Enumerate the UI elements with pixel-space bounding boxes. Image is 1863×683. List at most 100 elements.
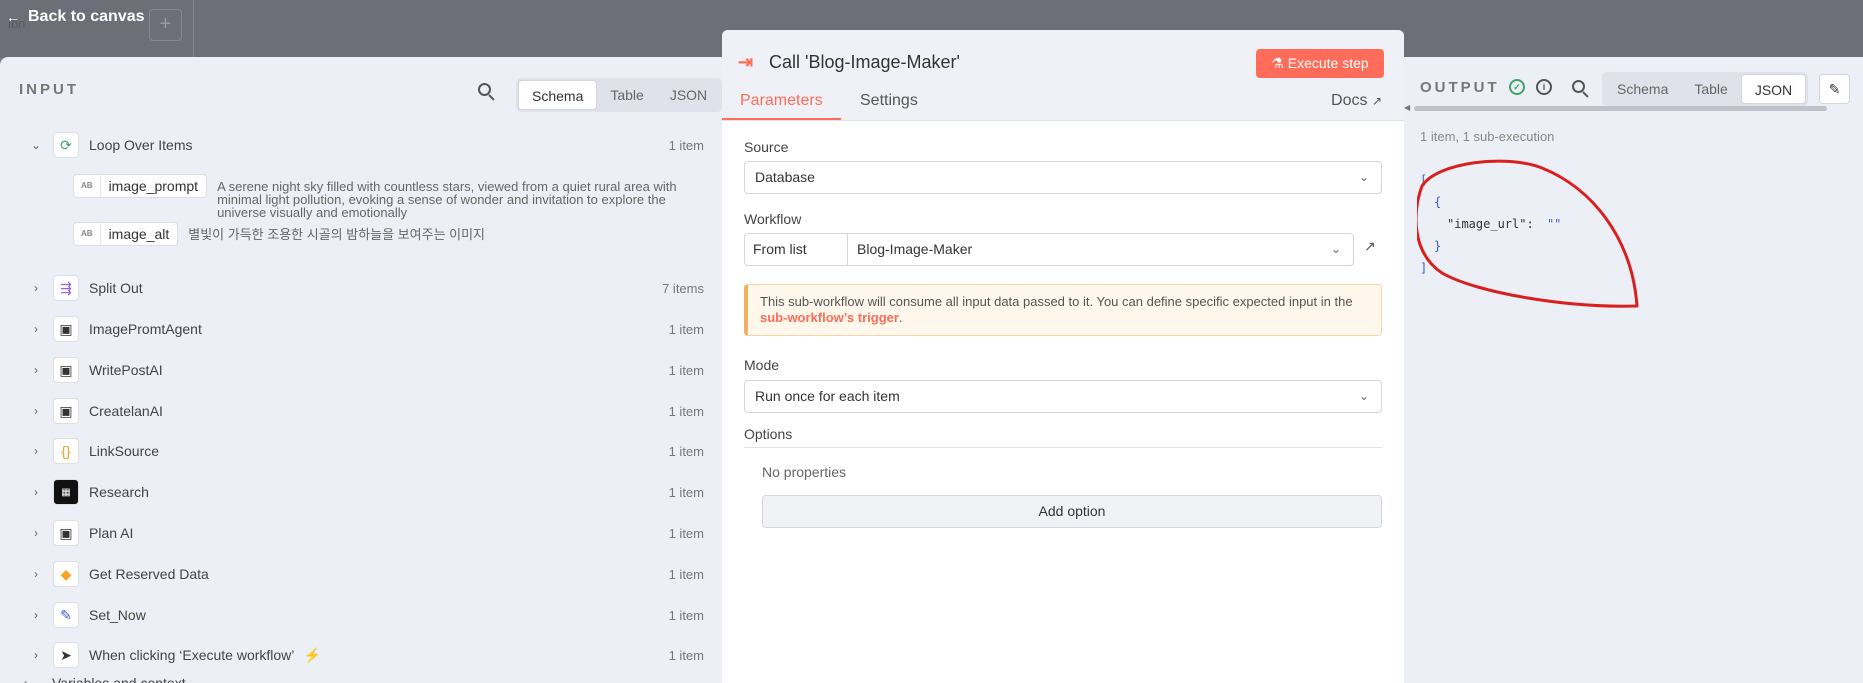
chevron-right-icon[interactable]: › <box>30 322 42 336</box>
tab-parameters[interactable]: Parameters <box>740 92 823 110</box>
chevron-right-icon[interactable]: › <box>30 363 42 377</box>
output-summary: 1 item, 1 sub-execution <box>1420 129 1555 144</box>
node-count: 1 item <box>668 525 704 541</box>
tree-node-split-out[interactable]: › ⇶ Split Out 7 items <box>0 271 722 305</box>
workflow-selector: From list Blog-Image-Maker ⌄ <box>744 233 1354 266</box>
no-properties-text: No properties <box>762 464 847 480</box>
chevron-right-icon[interactable]: › <box>30 281 42 295</box>
tree-node-loop-over-items[interactable]: ⌄ ⟳ Loop Over Items 1 item <box>0 128 722 162</box>
chevron-right-icon[interactable]: › <box>30 404 42 418</box>
node-label: Variables and context <box>52 675 186 683</box>
node-label: LinkSource <box>89 443 160 459</box>
robot-icon: ▣ <box>53 398 79 424</box>
airtable-icon: ◆ <box>53 561 79 587</box>
node-label: WritePostAI <box>89 362 163 378</box>
tree-node-linksource[interactable]: › {} LinkSource 1 item <box>0 434 722 468</box>
flask-icon: ⚗ <box>1271 55 1288 71</box>
output-tab-json[interactable]: JSON <box>1740 74 1807 104</box>
tree-node-imagepromtagent[interactable]: › ▣ ImagePromtAgent 1 item <box>0 312 722 346</box>
search-icon[interactable] <box>478 83 496 101</box>
output-panel: OUTPUT ✓ i Schema Table JSON ✎ ◀ 1 item,… <box>1404 57 1863 683</box>
schema-field-image-prompt[interactable]: AB image_prompt A serene night sky fille… <box>73 174 707 219</box>
node-label: Research <box>89 484 149 500</box>
input-view-tabs: Schema Table JSON <box>516 78 723 112</box>
active-tab-underline <box>722 118 841 120</box>
tree-node-plan-ai[interactable]: › ▣ Plan AI 1 item <box>0 516 722 550</box>
open-workflow-icon[interactable]: ↗ <box>1364 238 1376 255</box>
input-tab-table[interactable]: Table <box>597 80 656 110</box>
add-option-button[interactable]: Add option <box>762 495 1382 528</box>
node-label: Loop Over Items <box>89 137 193 153</box>
output-tab-table[interactable]: Table <box>1681 74 1740 104</box>
mode-value: Run once for each item <box>755 388 900 404</box>
tree-node-variables[interactable]: › Variables and context <box>0 666 722 683</box>
pencil-icon: ✎ <box>53 602 79 628</box>
mode-select[interactable]: Run once for each item ⌄ <box>744 380 1382 413</box>
chevron-down-icon: ⌄ <box>1358 389 1369 403</box>
sign-in-icon: ⇥ <box>738 52 754 72</box>
field-value: A serene night sky filled with countless… <box>217 179 677 220</box>
workflow-source-select[interactable]: From list <box>745 234 848 265</box>
chevron-right-icon[interactable]: › <box>30 648 42 662</box>
output-title: OUTPUT <box>1420 79 1500 96</box>
source-label: Source <box>744 139 789 155</box>
info-icon[interactable]: i <box>1536 79 1552 95</box>
chevron-down-icon: ⌄ <box>1330 242 1341 256</box>
field-pill[interactable]: AB image_prompt <box>73 174 208 198</box>
chevron-right-icon[interactable]: › <box>30 567 42 581</box>
node-label: CreatelanAI <box>89 403 163 419</box>
tab-settings[interactable]: Settings <box>860 92 918 110</box>
split-icon: ⇶ <box>53 275 79 301</box>
horizontal-scrollbar[interactable] <box>1414 106 1827 111</box>
tree-node-research[interactable]: › ▦ Research 1 item <box>0 475 722 509</box>
docs-label: Docs <box>1331 92 1368 109</box>
robot-icon: ▣ <box>53 316 79 342</box>
workflow-label: Workflow <box>744 211 802 227</box>
docs-link[interactable]: Docs ↗ <box>1331 92 1382 110</box>
tree-node-set-now[interactable]: › ✎ Set_Now 1 item <box>0 598 722 632</box>
field-pill[interactable]: AB image_alt <box>73 222 179 246</box>
node-count: 1 item <box>668 607 704 623</box>
tree-node-get-reserved-data[interactable]: › ◆ Get Reserved Data 1 item <box>0 557 722 591</box>
node-label: ImagePromtAgent <box>89 321 202 337</box>
chevron-down-icon[interactable]: ⌄ <box>30 138 42 152</box>
back-to-canvas-label: Back to canvas <box>28 8 145 25</box>
source-value: Database <box>755 169 815 185</box>
chevron-right-icon[interactable]: › <box>30 608 42 622</box>
scroll-left-arrow-icon[interactable]: ◀ <box>1404 103 1410 112</box>
lightning-icon: ⚡ <box>303 646 322 663</box>
chevron-right-icon[interactable]: › <box>30 444 42 458</box>
output-tab-schema[interactable]: Schema <box>1604 74 1681 104</box>
node-label: Set_Now <box>89 607 146 623</box>
execute-step-button[interactable]: ⚗ Execute step <box>1256 49 1384 78</box>
workflow-select[interactable]: Blog-Image-Maker ⌄ <box>848 234 1353 265</box>
node-count: 7 items <box>662 280 704 296</box>
chevron-right-icon[interactable]: › <box>30 485 42 499</box>
modal-title: Call 'Blog-Image-Maker' <box>769 52 960 72</box>
node-count: 1 item <box>668 403 704 419</box>
search-icon[interactable] <box>1572 80 1590 98</box>
execute-step-label: Execute step <box>1287 55 1369 71</box>
node-count: 1 item <box>668 566 704 582</box>
input-tab-schema[interactable]: Schema <box>518 80 598 110</box>
add-node-button[interactable]: + <box>149 9 182 41</box>
edit-output-button[interactable]: ✎ <box>1819 74 1850 104</box>
source-select[interactable]: Database ⌄ <box>744 161 1382 194</box>
input-tab-json[interactable]: JSON <box>657 80 720 110</box>
node-count: 1 item <box>668 443 704 459</box>
arrow-left-icon: ← <box>6 9 20 25</box>
tree-node-createlanai[interactable]: › ▣ CreatelanAI 1 item <box>0 394 722 428</box>
topbar-divider <box>193 0 194 58</box>
field-value: 별빛이 가득한 조용한 시골의 밤하늘을 보여주는 이미지 <box>188 227 486 242</box>
chevron-right-icon[interactable]: › <box>30 526 42 540</box>
field-name: image_prompt <box>108 178 199 194</box>
node-count: 1 item <box>668 647 704 663</box>
schema-field-image-alt[interactable]: AB image_alt 별빛이 가득한 조용한 시골의 밤하늘을 보여주는 이… <box>73 222 485 246</box>
notice-text: This sub-workflow will consume all input… <box>760 294 1353 309</box>
red-annotation-circle <box>1417 159 1639 308</box>
notice-end: . <box>898 310 903 325</box>
back-to-canvas-button[interactable]: ← Back to canvas <box>6 8 145 26</box>
chevron-right-icon[interactable]: › <box>20 676 32 683</box>
sub-workflow-trigger-link[interactable]: sub-workflow’s trigger <box>760 310 899 325</box>
tree-node-writepostai[interactable]: › ▣ WritePostAI 1 item <box>0 353 722 387</box>
